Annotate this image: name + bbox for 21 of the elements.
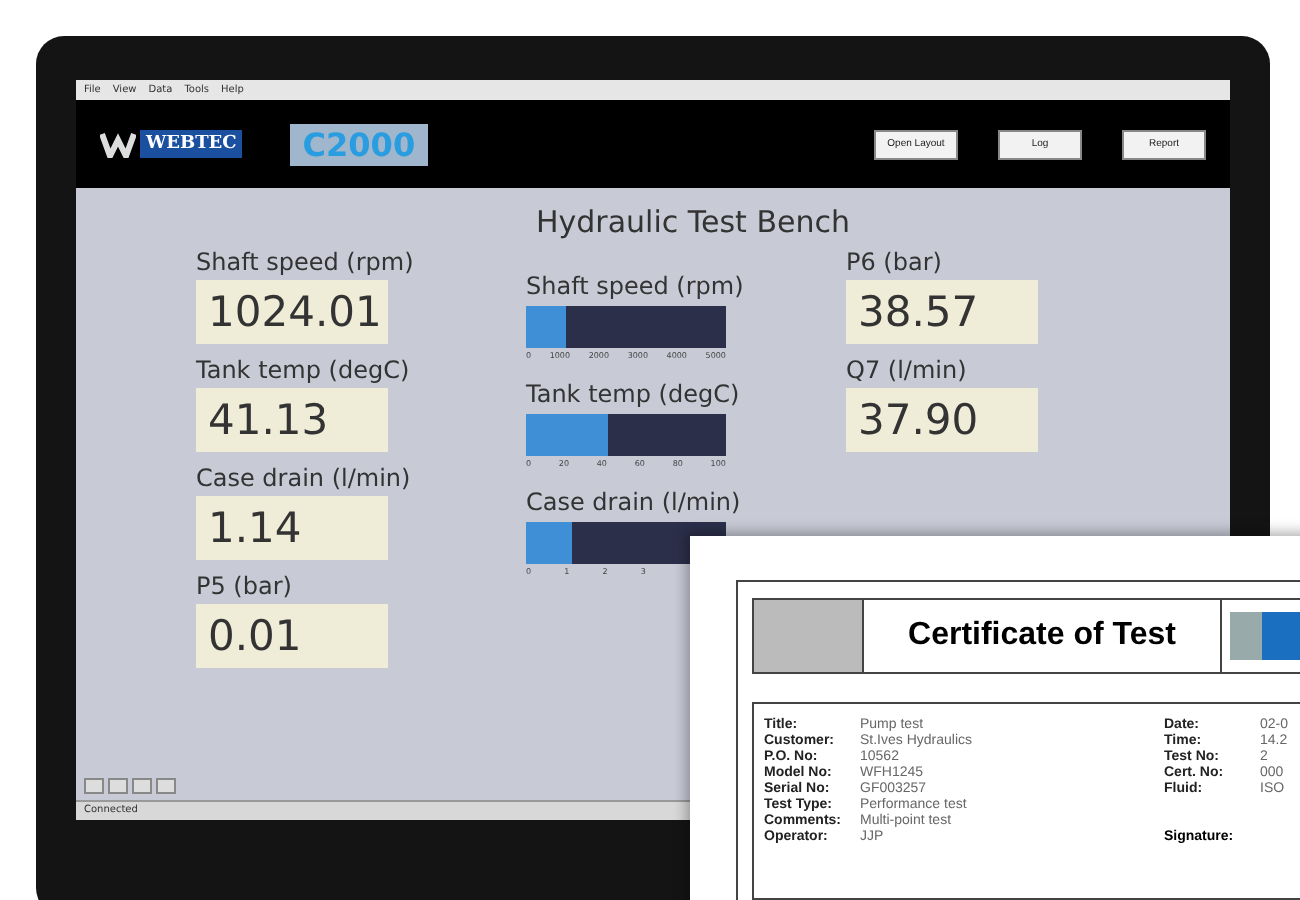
logo-drawing xyxy=(1230,612,1300,660)
readout-value: 1.14 xyxy=(196,496,388,560)
readout-value: 37.90 xyxy=(846,388,1038,452)
readout-value: 41.13 xyxy=(196,388,388,452)
page-title: Hydraulic Test Bench xyxy=(536,204,850,240)
readout-label: Shaft speed (rpm) xyxy=(196,248,416,276)
readout-label: Case drain (l/min) xyxy=(196,464,413,492)
logo-text: WEBTEC xyxy=(140,130,243,158)
readout-label: Tank temp (degC) xyxy=(196,356,412,384)
readout-value: 1024.01 xyxy=(196,280,388,344)
gauge-label: Shaft speed (rpm) xyxy=(526,272,746,300)
readout-label: P6 (bar) xyxy=(846,248,944,276)
readout-value: 0.01 xyxy=(196,604,388,668)
readout-label: P5 (bar) xyxy=(196,572,294,600)
readout-label: Q7 (l/min) xyxy=(846,356,969,384)
certificate-title: Certificate of Test xyxy=(864,600,1222,672)
product-logo: C2000 xyxy=(290,123,428,165)
gauge-label: Case drain (l/min) xyxy=(526,488,743,516)
readout-value: 38.57 xyxy=(846,280,1038,344)
logo-icon xyxy=(100,130,136,158)
gauge-label: Tank temp (degC) xyxy=(526,380,742,408)
